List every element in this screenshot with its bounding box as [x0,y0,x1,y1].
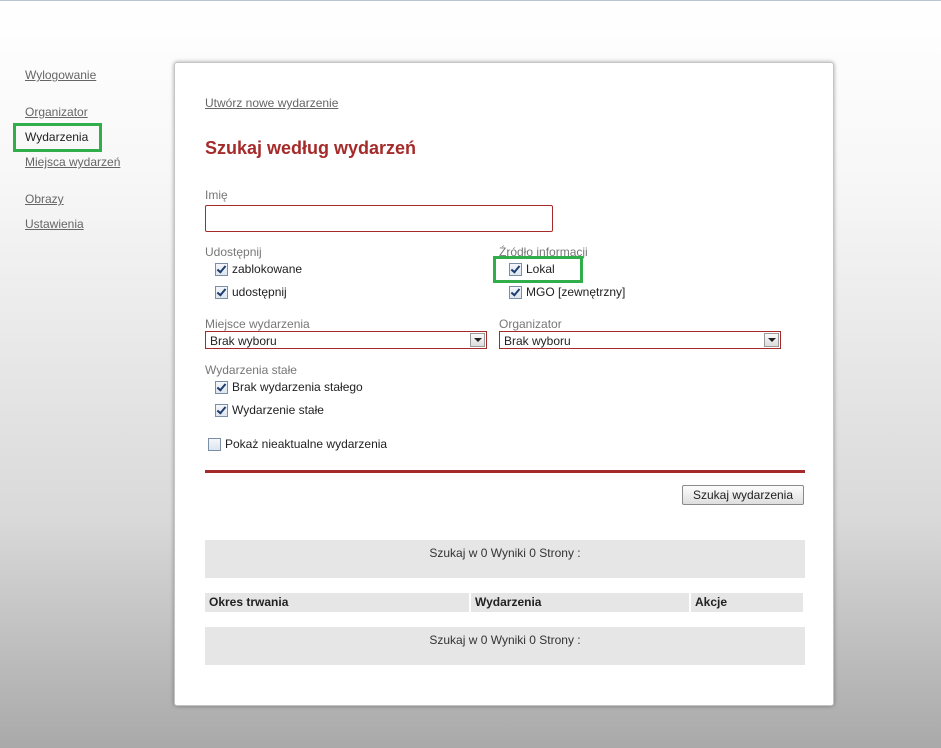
source-mgo-checkbox-row[interactable]: MGO [zewnętrzny] [509,285,625,299]
name-label: Imię [205,188,228,202]
sidebar-item-events[interactable]: Wydarzenia [25,130,88,144]
organizer-filter-label: Organizator [499,317,562,331]
sidebar-item-settings[interactable]: Ustawienia [25,217,84,231]
column-header-actions: Akcje [691,593,803,612]
share-blocked-checkbox-row[interactable]: zablokowane [215,262,302,276]
sidebar-item-venues[interactable]: Miejsca wydarzeń [25,155,120,169]
permanent-none-checkbox[interactable] [215,380,228,394]
section-divider [205,470,805,473]
results-summary-top-text: Szukaj w 0 Wyniki 0 Strony : [429,546,581,560]
organizer-select-dropdown-button[interactable] [764,333,779,347]
chevron-down-icon [767,338,776,342]
sidebar-item-logout[interactable]: Wylogowanie [25,68,96,82]
source-mgo-checkbox[interactable] [509,285,522,299]
share-shared-checkbox[interactable] [215,285,228,299]
share-blocked-label: zablokowane [232,262,303,276]
create-event-link[interactable]: Utwórz nowe wydarzenie [205,96,338,110]
source-label: Źródło informacji [499,245,588,259]
permanent-none-label: Brak wydarzenia stałego [232,380,363,394]
source-local-checkbox[interactable] [509,262,522,276]
show-outdated-checkbox[interactable] [208,437,221,451]
permanent-yes-checkbox-row[interactable]: Wydarzenie stałe [215,403,324,417]
column-header-events[interactable]: Wydarzenia [471,593,689,612]
venue-select-value: Brak wyboru [210,334,277,348]
permanent-none-checkbox-row[interactable]: Brak wydarzenia stałego [215,380,363,394]
source-mgo-label: MGO [zewnętrzny] [526,285,626,299]
venue-label: Miejsce wydarzenia [205,317,310,331]
sidebar-item-images[interactable]: Obrazy [25,192,64,206]
search-events-button[interactable]: Szukaj wydarzenia [682,485,804,505]
share-label: Udostępnij [205,245,262,259]
venue-select[interactable]: Brak wyboru [205,331,487,349]
search-panel: Utwórz nowe wydarzenie Szukaj według wyd… [174,62,834,706]
venue-select-dropdown-button[interactable] [470,333,485,347]
source-local-checkbox-row[interactable]: Lokal [509,262,555,276]
share-shared-label: udostępnij [232,285,287,299]
results-summary-top: Szukaj w 0 Wyniki 0 Strony : [205,540,805,578]
permanent-yes-checkbox[interactable] [215,403,228,417]
share-shared-checkbox-row[interactable]: udostępnij [215,285,287,299]
sidebar-item-organizer[interactable]: Organizator [25,105,88,119]
organizer-select-value: Brak wyboru [504,334,571,348]
name-input[interactable] [205,205,553,232]
permanent-yes-label: Wydarzenie stałe [232,403,324,417]
page-title: Szukaj według wydarzeń [205,138,417,158]
show-outdated-label: Pokaż nieaktualne wydarzenia [225,437,388,451]
share-blocked-checkbox[interactable] [215,262,228,276]
permanent-label: Wydarzenia stałe [205,363,297,377]
results-summary-bottom-text: Szukaj w 0 Wyniki 0 Strony : [429,633,581,647]
show-outdated-checkbox-row[interactable]: Pokaż nieaktualne wydarzenia [208,437,387,451]
column-header-duration[interactable]: Okres trwania [205,593,469,612]
chevron-down-icon [473,338,482,342]
results-summary-bottom: Szukaj w 0 Wyniki 0 Strony : [205,627,805,665]
window-top-border [0,0,941,1]
results-table-header: Okres trwania Wydarzenia Akcje [205,593,803,612]
source-local-label: Lokal [526,262,555,276]
organizer-select[interactable]: Brak wyboru [499,331,781,349]
